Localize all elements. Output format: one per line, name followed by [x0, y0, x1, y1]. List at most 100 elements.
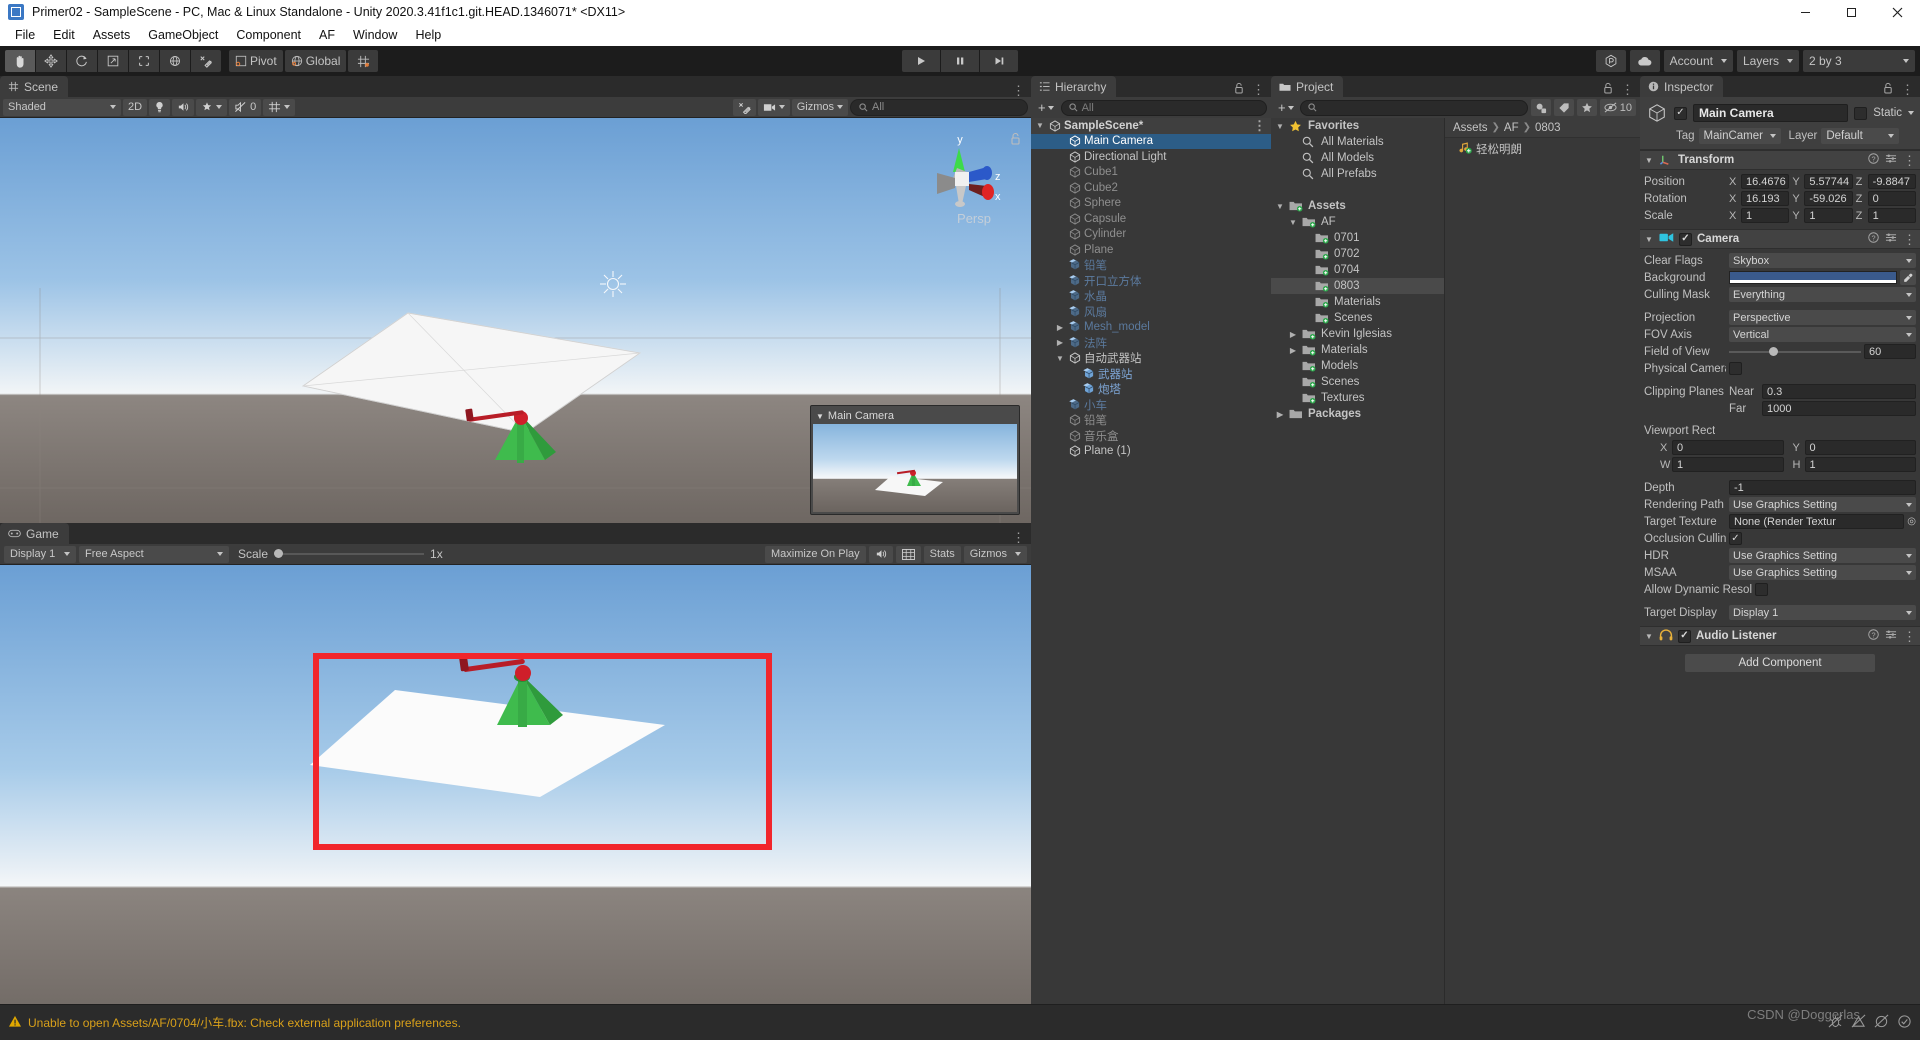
near-field[interactable]: 0.3 — [1762, 384, 1916, 399]
project-hidden-count-button[interactable]: 10 — [1599, 99, 1636, 116]
rotation-x-field[interactable]: 16.193 — [1741, 191, 1790, 206]
project-lock-icon[interactable] — [1603, 82, 1613, 97]
scene-audio-count[interactable]: 0 — [229, 98, 262, 116]
tab-project[interactable]: Project — [1271, 76, 1344, 97]
scale-tool-button[interactable] — [98, 50, 128, 72]
preset-icon[interactable] — [1885, 629, 1897, 643]
preset-icon[interactable] — [1885, 153, 1897, 167]
viewport-y-field[interactable]: 0 — [1804, 440, 1916, 455]
pause-button[interactable] — [941, 50, 979, 72]
toggle-2d-button[interactable]: 2D — [123, 98, 148, 116]
project-tree-item[interactable]: 0704 — [1271, 262, 1444, 278]
layer-dropdown[interactable]: Default — [1821, 128, 1900, 144]
maximize-button[interactable] — [1828, 0, 1874, 24]
scene-lighting-toggle[interactable] — [149, 98, 171, 116]
transform-tool-button[interactable] — [160, 50, 190, 72]
project-tree-item[interactable]: Textures — [1271, 390, 1444, 406]
fov-axis-dropdown[interactable]: Vertical — [1729, 327, 1916, 342]
transform-component-header[interactable]: ▼ Transform ? ⋮ — [1640, 150, 1920, 170]
target-display-dropdown[interactable]: Display 1 — [1729, 605, 1916, 620]
game-aspect-grid-button[interactable] — [895, 545, 921, 563]
project-filter-type-button[interactable] — [1530, 99, 1551, 116]
rotate-tool-button[interactable] — [67, 50, 97, 72]
chevron-down-icon[interactable]: ▼ — [1288, 218, 1298, 227]
eyedropper-icon[interactable] — [1900, 270, 1916, 285]
hierarchy-item[interactable]: · Cylinder — [1031, 227, 1271, 243]
menu-file[interactable]: File — [6, 25, 44, 45]
scene-search-input[interactable]: All — [850, 98, 1028, 116]
hierarchy-item[interactable]: · Directional Light — [1031, 149, 1271, 165]
project-kebab-icon[interactable]: ⋮ — [1621, 83, 1634, 96]
help-icon[interactable]: ? — [1868, 629, 1879, 643]
close-button[interactable] — [1874, 0, 1920, 24]
chevron-right-icon[interactable]: ▶ — [1055, 338, 1065, 347]
scene-audio-toggle[interactable] — [172, 98, 195, 116]
scene-camera-dropdown[interactable] — [757, 98, 790, 116]
hierarchy-scene-root[interactable]: ▼ SampleScene* ⋮ — [1031, 118, 1271, 134]
hierarchy-item[interactable]: · 音乐盒 — [1031, 428, 1271, 444]
grid-snap-button[interactable] — [348, 50, 379, 72]
hierarchy-item[interactable]: · Cube1 — [1031, 165, 1271, 181]
occlusion-culling-checkbox[interactable] — [1729, 532, 1742, 545]
static-checkbox[interactable] — [1854, 106, 1868, 120]
project-tree-item[interactable]: All Prefabs — [1271, 166, 1444, 182]
project-tree-item[interactable]: Scenes — [1271, 310, 1444, 326]
game-display-dropdown[interactable]: Display 1 — [4, 545, 76, 563]
scene-lock-icon[interactable] — [1010, 132, 1021, 148]
status-error-toggle-icon[interactable] — [1874, 1014, 1889, 1032]
hierarchy-item[interactable]: · 开口立方体 — [1031, 273, 1271, 289]
hierarchy-item[interactable]: · Capsule — [1031, 211, 1271, 227]
project-favorite-button[interactable] — [1576, 99, 1597, 116]
shading-mode-dropdown[interactable]: Shaded — [3, 98, 121, 116]
hierarchy-kebab-icon[interactable]: ⋮ — [1252, 83, 1265, 96]
chevron-down-icon[interactable]: ▼ — [1035, 121, 1045, 130]
object-picker-icon[interactable]: ◎ — [1907, 516, 1916, 527]
hierarchy-item[interactable]: · Plane — [1031, 242, 1271, 258]
game-gizmos-dropdown[interactable]: Gizmos — [963, 545, 1027, 563]
scene-kebab-icon[interactable]: ⋮ — [1012, 84, 1025, 97]
rotation-y-field[interactable]: -59.026 — [1804, 191, 1853, 206]
scale-x-field[interactable]: 1 — [1741, 208, 1790, 223]
hierarchy-item[interactable]: · Plane (1) — [1031, 444, 1271, 460]
add-component-button[interactable]: Add Component — [1685, 654, 1875, 672]
hierarchy-add-button[interactable]: + — [1035, 100, 1057, 115]
hierarchy-item[interactable]: · Sphere — [1031, 196, 1271, 212]
field-of-view-slider[interactable] — [1729, 344, 1861, 359]
position-z-field[interactable]: -9.8847 — [1867, 174, 1916, 189]
global-toggle-button[interactable]: Global — [284, 50, 347, 72]
hierarchy-item[interactable]: · 武器站 — [1031, 366, 1271, 382]
audio-listener-kebab-icon[interactable]: ⋮ — [1903, 630, 1916, 643]
play-button[interactable] — [902, 50, 940, 72]
chevron-down-icon[interactable]: ▼ — [1275, 122, 1285, 131]
position-x-field[interactable]: 16.4676 — [1741, 174, 1790, 189]
project-asset-item[interactable]: 轻松明朗 — [1445, 141, 1640, 157]
transform-kebab-icon[interactable]: ⋮ — [1903, 154, 1916, 167]
scale-y-field[interactable]: 1 — [1804, 208, 1853, 223]
msaa-dropdown[interactable]: Use Graphics Setting — [1729, 565, 1916, 580]
status-message-row[interactable]: Unable to open Assets/AF/0704/小车.fbx: Ch… — [8, 1014, 461, 1031]
camera-kebab-icon[interactable]: ⋮ — [1903, 233, 1916, 246]
project-tree-item[interactable]: 0702 — [1271, 246, 1444, 262]
audio-listener-component-header[interactable]: ▼ Audio Listener ? ⋮ — [1640, 626, 1920, 646]
game-kebab-icon[interactable]: ⋮ — [1012, 531, 1025, 544]
hierarchy-item[interactable]: · 水晶 — [1031, 289, 1271, 305]
physical-camera-checkbox[interactable] — [1729, 362, 1742, 375]
cloud-button[interactable] — [1629, 50, 1660, 72]
scene-viewport[interactable]: y z x Persp ▼ Main Camera — [0, 118, 1031, 523]
project-filter-label-button[interactable] — [1553, 99, 1574, 116]
camera-component-header[interactable]: ▼ Camera ? ⋮ — [1640, 229, 1920, 249]
hierarchy-item[interactable]: ▶ 法阵 — [1031, 335, 1271, 351]
viewport-h-field[interactable]: 1 — [1804, 457, 1916, 472]
menu-gameobject[interactable]: GameObject — [139, 25, 227, 45]
help-icon[interactable]: ? — [1868, 232, 1879, 246]
menu-component[interactable]: Component — [227, 25, 310, 45]
menu-assets[interactable]: Assets — [84, 25, 140, 45]
hierarchy-item[interactable]: · 铅笔 — [1031, 258, 1271, 274]
camera-enabled-checkbox[interactable] — [1679, 232, 1692, 246]
far-field[interactable]: 1000 — [1762, 401, 1916, 416]
minimize-button[interactable] — [1782, 0, 1828, 24]
hierarchy-item[interactable]: · 炮塔 — [1031, 382, 1271, 398]
game-viewport[interactable] — [0, 565, 1031, 1040]
depth-field[interactable]: -1 — [1729, 480, 1916, 495]
field-of-view-value[interactable]: 60 — [1864, 344, 1916, 359]
